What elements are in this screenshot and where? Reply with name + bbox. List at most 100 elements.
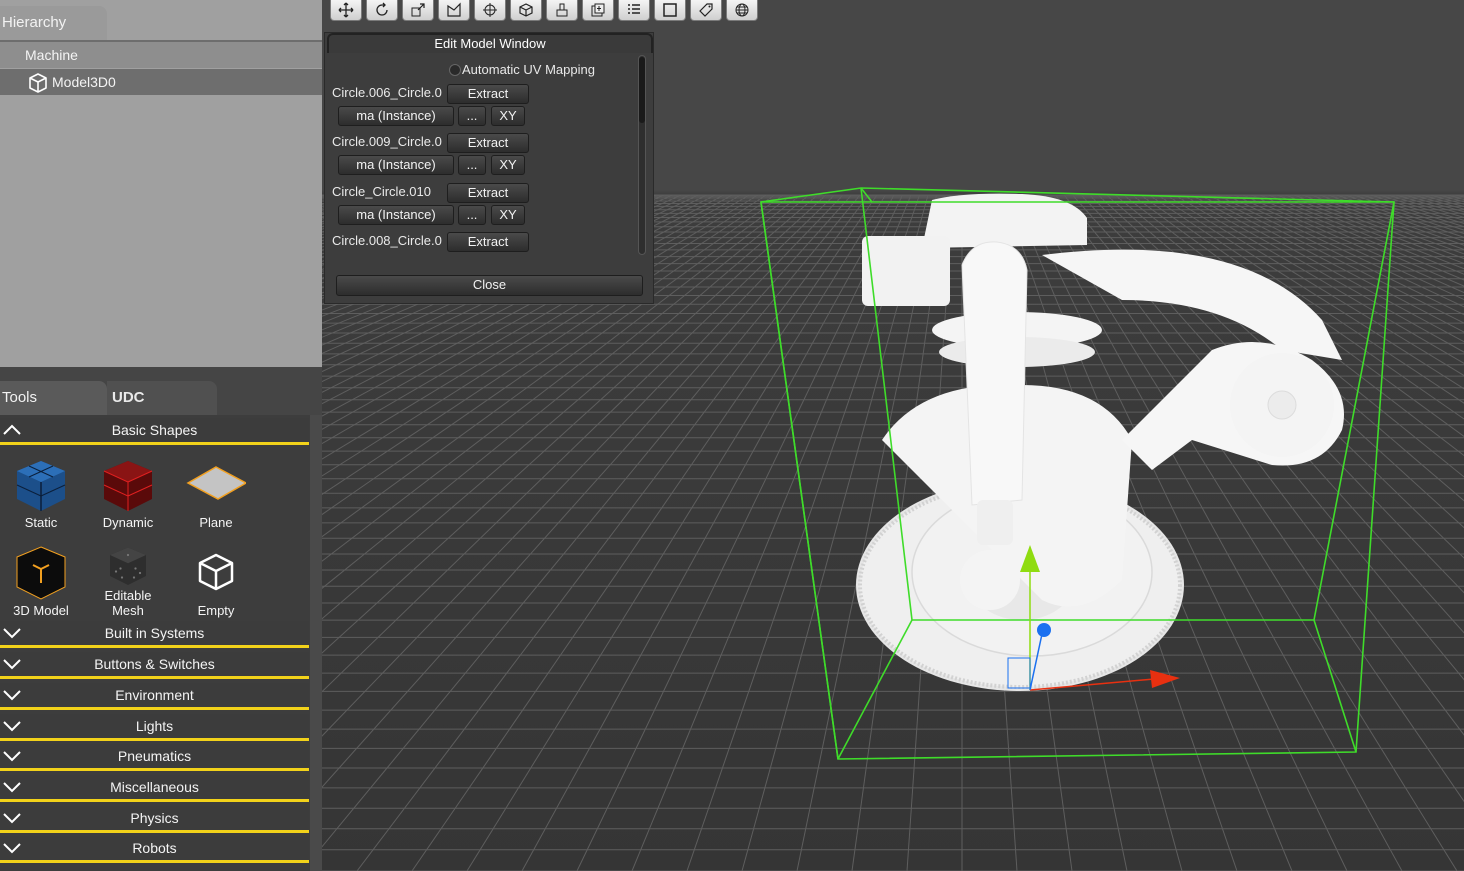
toolbar-button-duplicate[interactable]	[582, 0, 614, 21]
category-label: Environment	[115, 687, 194, 703]
shape-label: Editable Mesh	[104, 588, 152, 618]
scrollbar-thumb[interactable]	[639, 57, 645, 123]
category-pneumatics[interactable]: Pneumatics	[0, 744, 309, 771]
static-cube-icon	[16, 461, 66, 511]
shape-label: Static	[24, 515, 58, 530]
tab-hierarchy[interactable]: Hierarchy	[0, 6, 107, 40]
plane-icon	[186, 466, 248, 500]
tools-tabbar: Tools UDC	[0, 381, 322, 415]
category-label: Miscellaneous	[110, 779, 199, 795]
category-label: Lights	[135, 718, 174, 734]
material-button[interactable]: ma (Instance)	[338, 205, 454, 225]
chevron-down-icon	[3, 843, 21, 854]
shape-3d-model[interactable]: 3D Model	[1, 543, 81, 618]
material-button[interactable]: ma (Instance)	[338, 106, 454, 126]
shape-dynamic[interactable]: Dynamic	[88, 455, 168, 530]
chevron-down-icon	[3, 690, 21, 701]
toolbar-button-select-edit[interactable]	[438, 0, 470, 21]
model-cube-icon	[16, 546, 66, 600]
chevron-down-icon	[3, 628, 21, 639]
category-robots[interactable]: Robots	[0, 836, 309, 863]
toolbar-button-list[interactable]	[618, 0, 650, 21]
shape-empty[interactable]: Empty	[176, 543, 256, 618]
cube-icon	[519, 3, 533, 17]
toolbar-button-tag[interactable]	[690, 0, 722, 21]
material-browse-button[interactable]: ...	[458, 106, 486, 126]
duplicate-icon	[591, 3, 605, 17]
mesh-name: Circle.008_Circle.0	[332, 233, 442, 248]
scale-icon	[411, 3, 425, 17]
toolbar-button-move[interactable]	[330, 0, 362, 21]
stamp-icon	[556, 3, 568, 17]
category-miscellaneous[interactable]: Miscellaneous	[0, 775, 309, 802]
chevron-down-icon	[3, 782, 21, 793]
caster-wheel-model[interactable]	[856, 193, 1344, 691]
extract-button[interactable]: Extract	[447, 183, 529, 203]
shape-plane[interactable]: Plane	[176, 455, 256, 530]
material-button[interactable]: ma (Instance)	[338, 155, 454, 175]
shape-label: Dynamic	[102, 515, 154, 530]
category-environment[interactable]: Environment	[0, 683, 309, 710]
toolbar-button-pivot[interactable]	[474, 0, 506, 21]
extract-button[interactable]: Extract	[447, 84, 529, 104]
move-icon	[338, 2, 354, 18]
edit-window-scrollbar[interactable]	[635, 55, 649, 255]
material-browse-button[interactable]: ...	[458, 205, 486, 225]
hierarchy-panel: Hierarchy Machine Model3D0	[0, 0, 322, 367]
hierarchy-item-model[interactable]: Model3D0	[0, 69, 322, 95]
auto-uv-checkbox[interactable]	[449, 64, 461, 76]
auto-uv-toggle[interactable]: Automatic UV Mapping	[449, 62, 595, 77]
category-buttons-switches[interactable]: Buttons & Switches	[0, 652, 309, 679]
shape-editable-mesh[interactable]: Editable Mesh	[88, 543, 168, 618]
xy-button[interactable]: XY	[491, 106, 525, 126]
toolbar-button-stamp[interactable]	[546, 0, 578, 21]
toolbar-button-rotate[interactable]	[366, 0, 398, 21]
select-edit-icon	[447, 2, 461, 17]
category-built-in-systems[interactable]: Built in Systems	[0, 621, 309, 648]
close-button[interactable]: Close	[336, 275, 643, 296]
category-physics[interactable]: Physics	[0, 806, 309, 833]
category-label: Built in Systems	[104, 625, 205, 641]
top-toolbar	[330, 0, 758, 22]
shape-label: Plane	[199, 515, 233, 530]
category-label: Basic Shapes	[111, 422, 198, 438]
category-basic-shapes[interactable]: Basic Shapes	[0, 418, 309, 445]
frame-icon	[663, 3, 677, 17]
xy-button[interactable]: XY	[491, 205, 525, 225]
toolbar-button-globe[interactable]	[726, 0, 758, 21]
edit-model-window: Edit Model Window Automatic UV Mapping C…	[324, 32, 654, 304]
category-label: Robots	[132, 840, 177, 856]
mesh-name: Circle_Circle.010	[332, 184, 431, 199]
rotate-icon	[376, 2, 388, 16]
extract-button[interactable]: Extract	[447, 133, 529, 153]
toolbar-button-cube[interactable]	[510, 0, 542, 21]
edit-window-title[interactable]: Edit Model Window	[327, 33, 653, 53]
shape-label: Empty	[197, 603, 235, 618]
chevron-down-icon	[3, 751, 21, 762]
extract-button[interactable]: Extract	[447, 232, 529, 252]
panel-divider[interactable]	[0, 367, 322, 381]
shape-static[interactable]: Static	[1, 455, 81, 530]
material-browse-button[interactable]: ...	[458, 155, 486, 175]
chevron-down-icon	[3, 813, 21, 824]
toolbar-button-scale[interactable]	[402, 0, 434, 21]
category-label: Physics	[130, 810, 179, 826]
chevron-down-icon	[3, 721, 21, 732]
shape-label: 3D Model	[13, 603, 69, 618]
tools-panel: Tools UDC Basic Shapes Static Dynamic Pl…	[0, 381, 322, 871]
toolbar-button-frame[interactable]	[654, 0, 686, 21]
category-lights[interactable]: Lights	[0, 714, 309, 741]
hierarchy-item-machine[interactable]: Machine	[0, 42, 322, 68]
dynamic-cube-icon	[103, 461, 153, 511]
category-label: Buttons & Switches	[94, 656, 215, 672]
chevron-up-icon	[3, 424, 21, 435]
pivot-icon	[483, 3, 497, 17]
mesh-name: Circle.006_Circle.0	[332, 85, 442, 100]
tools-scrollbar[interactable]	[310, 415, 322, 871]
tag-icon	[699, 3, 713, 17]
category-label: Pneumatics	[117, 748, 192, 764]
tab-udc[interactable]: UDC	[107, 381, 217, 415]
globe-icon	[735, 3, 749, 17]
tab-tools[interactable]: Tools	[0, 381, 107, 415]
xy-button[interactable]: XY	[491, 155, 525, 175]
